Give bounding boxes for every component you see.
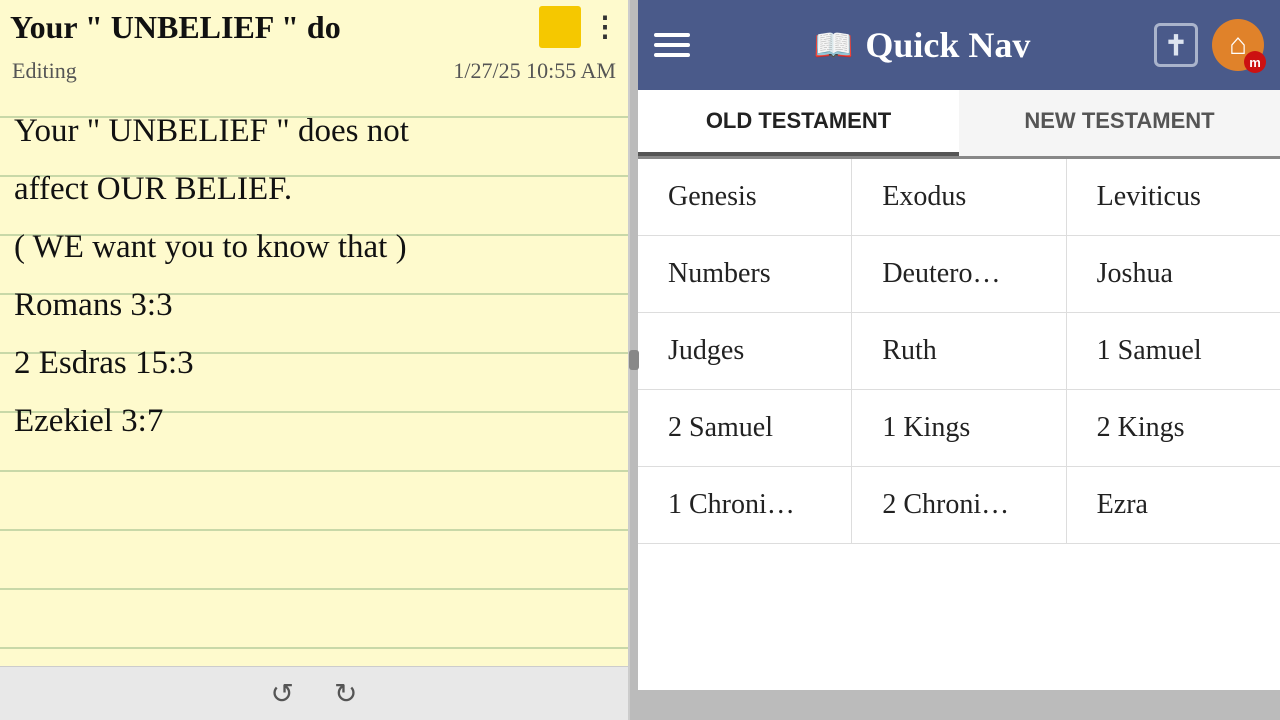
book-cell[interactable]: 2 Chroni… [852, 467, 1066, 543]
top-bar: Your " UNBELIEF " do ⋮ [0, 0, 628, 54]
books-row: NumbersDeutero…Joshua [638, 236, 1280, 313]
book-cell[interactable]: 1 Chroni… [638, 467, 852, 543]
m-badge: m [1244, 51, 1266, 73]
book-cell[interactable]: Ezra [1067, 467, 1280, 543]
book-cell[interactable]: 2 Kings [1067, 390, 1280, 466]
top-actions: ⋮ [539, 6, 618, 48]
header-right-actions: ✝ ⌂ m [1154, 19, 1264, 71]
book-cell[interactable]: Genesis [638, 159, 852, 235]
hamburger-menu-button[interactable] [654, 33, 690, 57]
note-line: Romans 3:3 [14, 276, 614, 334]
book-cell[interactable]: Deutero… [852, 236, 1066, 312]
books-row: GenesisExodusLeviticus [638, 159, 1280, 236]
tab-old-testament[interactable]: OLD TESTAMENT [638, 90, 959, 156]
header-title-group: 📖 Quick Nav [814, 24, 1031, 66]
note-line: ( WE want you to know that ) [14, 218, 614, 276]
redo-button[interactable]: ↻ [334, 677, 357, 710]
books-row: JudgesRuth1 Samuel [638, 313, 1280, 390]
book-cell[interactable]: Numbers [638, 236, 852, 312]
bottom-toolbar: ↺ ↻ [0, 666, 628, 720]
tab-new-testament[interactable]: NEW TESTAMENT [959, 90, 1280, 156]
panel-divider [630, 0, 638, 720]
book-cell[interactable]: 1 Samuel [1067, 313, 1280, 389]
editing-label: Editing [12, 58, 77, 84]
note-content[interactable]: Your " UNBELIEF " does notaffect OUR BEL… [0, 92, 628, 666]
left-panel: Your " UNBELIEF " do ⋮ Editing 1/27/25 1… [0, 0, 630, 720]
note-line: affect OUR BELIEF. [14, 160, 614, 218]
book-cell[interactable]: Leviticus [1067, 159, 1280, 235]
bottom-bar [638, 690, 1280, 720]
book-cell[interactable]: Exodus [852, 159, 1066, 235]
right-panel: 📖 Quick Nav ✝ ⌂ m OLD TESTAMENT NEW TEST… [638, 0, 1280, 720]
divider-handle [629, 350, 639, 370]
book-cell[interactable]: Ruth [852, 313, 1066, 389]
note-line: 2 Esdras 15:3 [14, 334, 614, 392]
cross-icon-button[interactable]: ✝ [1154, 23, 1198, 67]
note-line: Ezekiel 3:7 [14, 392, 614, 450]
yellow-square-button[interactable] [539, 6, 581, 48]
cross-symbol: ✝ [1164, 29, 1187, 62]
timestamp: 1/27/25 10:55 AM [453, 58, 616, 84]
books-row: 1 Chroni…2 Chroni…Ezra [638, 467, 1280, 544]
book-cell[interactable]: 2 Samuel [638, 390, 852, 466]
note-line: Your " UNBELIEF " does not [14, 102, 614, 160]
book-icon: 📖 [814, 26, 854, 64]
book-cell[interactable]: Joshua [1067, 236, 1280, 312]
quick-nav-title: Quick Nav [865, 24, 1030, 66]
books-grid: GenesisExodusLeviticusNumbersDeutero…Jos… [638, 159, 1280, 690]
note-title: Your " UNBELIEF " do [10, 9, 341, 46]
editing-bar: Editing 1/27/25 10:55 AM [0, 54, 628, 92]
nav-header: 📖 Quick Nav ✝ ⌂ m [638, 0, 1280, 90]
undo-button[interactable]: ↺ [271, 677, 294, 710]
book-cell[interactable]: 1 Kings [852, 390, 1066, 466]
home-button[interactable]: ⌂ m [1212, 19, 1264, 71]
books-row: 2 Samuel1 Kings2 Kings [638, 390, 1280, 467]
dots-menu-button[interactable]: ⋮ [591, 13, 618, 41]
testament-tabs: OLD TESTAMENT NEW TESTAMENT [638, 90, 1280, 159]
book-cell[interactable]: Judges [638, 313, 852, 389]
